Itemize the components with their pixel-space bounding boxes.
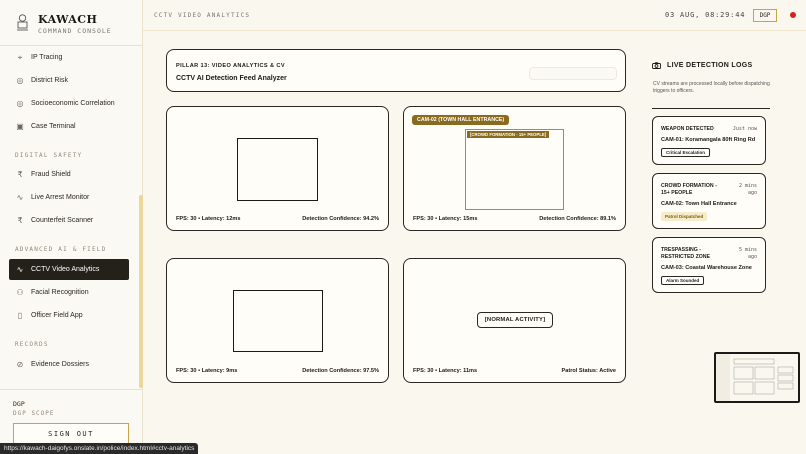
camera-icon [652, 62, 661, 69]
top-bar: CCTV VIDEO ANALYTICS 03 AUG, 08:29:44 DG… [143, 0, 806, 31]
page-title: CCTV VIDEO ANALYTICS [154, 12, 251, 19]
normal-activity-tag: [NORMAL ACTIVITY] [477, 312, 553, 328]
sidebar-item-live-arrest-monitor[interactable]: ∿ Live Arrest Monitor [9, 187, 129, 208]
sidebar-item-facial-recognition[interactable]: ⚇ Facial Recognition [9, 282, 129, 303]
sidebar-item-socioeconomic-correlation[interactable]: ◎ Socioeconomic Correlation [9, 93, 129, 114]
detection-confidence: Detection Confidence: 94.2% [302, 216, 379, 222]
target-icon: ◎ [16, 76, 24, 85]
log-time: 2 mins ago [738, 183, 757, 196]
patrol-status: Patrol Status: Active [561, 368, 616, 374]
log-entry[interactable]: TRESPASSING - RESTRICTED ZONE 5 mins ago… [652, 237, 766, 293]
detection-box [237, 138, 318, 201]
sidebar-item-label: District Risk [31, 77, 68, 84]
thumbnail-image [716, 354, 798, 401]
detection-box: [CROWD FORMATION - 15+ PEOPLE] [465, 129, 564, 210]
log-entry[interactable]: WEAPON DETECTED Just now CAM-01: Koraman… [652, 116, 766, 165]
detection-confidence: Detection Confidence: 97.5% [302, 368, 379, 374]
log-time: 5 mins ago [738, 247, 757, 260]
log-camera: CAM-01: Koramangala 80ft Ring Rd [661, 137, 756, 143]
status-bar-url: https://kawach-daigofys.onslate.in/polic… [0, 443, 199, 454]
sidebar-item-counterfeit-scanner[interactable]: ₹ Counterfeit Scanner [9, 210, 129, 231]
role-badge[interactable]: DGP [753, 9, 777, 22]
camera-label: CAM-02 (TOWN HALL ENTRANCE) [412, 115, 510, 125]
camera-feed-4[interactable]: [NORMAL ACTIVITY] FPS: 30 • Latency: 11m… [403, 258, 626, 383]
sidebar-item-label: Socioeconomic Correlation [31, 100, 115, 107]
sidebar-item-label: CCTV Video Analytics [31, 266, 100, 273]
divider [652, 108, 770, 109]
detection-box [233, 290, 323, 352]
logs-description: CV streams are processed locally before … [653, 81, 770, 94]
sidebar-item-label: Evidence Dossiers [31, 361, 89, 368]
feed-meta: FPS: 30 • Latency: 9ms [176, 368, 238, 374]
sidebar-item-cctv-video-analytics[interactable]: ∿ CCTV Video Analytics [9, 259, 129, 280]
logs-header: LIVE DETECTION LOGS [652, 62, 752, 69]
log-entry[interactable]: CROWD FORMATION - 15+ PEOPLE 2 mins ago … [652, 173, 766, 229]
log-camera: CAM-02: Town Hall Entrance [661, 201, 737, 207]
user-scope: DGP SCOPE [13, 410, 55, 417]
log-title: TRESPASSING - RESTRICTED ZONE [661, 247, 710, 260]
sidebar-item-evidence-dossiers[interactable]: ⊘ Evidence Dossiers [9, 354, 129, 375]
analyzer-header-card: PILLAR 13: VIDEO ANALYTICS & CV CCTV AI … [166, 49, 626, 92]
log-status-tag: Critical Escalation [661, 148, 711, 157]
header-control[interactable] [529, 67, 617, 80]
sidebar-item-label: Counterfeit Scanner [31, 217, 94, 224]
check-circle-icon: ⊘ [16, 360, 24, 369]
pulse-icon: ∿ [16, 265, 24, 274]
sidebar-item-fraud-shield[interactable]: ₹ Fraud Shield [9, 164, 129, 185]
section-records: RECORDS [15, 341, 49, 348]
crosshair-icon: ⌖ [17, 52, 23, 62]
sidebar-item-case-terminal[interactable]: ▣ Case Terminal [9, 116, 129, 137]
sidebar-item-ip-tracing[interactable]: ⌖ IP Tracing [9, 47, 129, 68]
sidebar-scrollbar[interactable] [139, 195, 143, 388]
camera-feed-2[interactable]: CAM-02 (TOWN HALL ENTRANCE) [CROWD FORMA… [403, 106, 626, 231]
target-icon: ◎ [16, 99, 24, 108]
section-advanced-ai: ADVANCED AI & FIELD [15, 246, 107, 253]
detection-box-tag: [CROWD FORMATION - 15+ PEOPLE] [467, 131, 550, 138]
brand-subtitle: COMMAND CONSOLE [38, 27, 112, 35]
sidebar-item-label: Officer Field App [31, 312, 83, 319]
sidebar-item-district-risk[interactable]: ◎ District Risk [9, 70, 129, 91]
terminal-icon: ▣ [16, 122, 24, 131]
log-status-tag: Alarm Sounded [661, 276, 705, 285]
user-role: DGP [13, 400, 25, 408]
rupee-icon: ₹ [17, 170, 23, 179]
emblem-icon [17, 14, 28, 31]
feed-meta: FPS: 30 • Latency: 12ms [176, 216, 241, 222]
camera-feed-1[interactable]: FPS: 30 • Latency: 12ms Detection Confid… [166, 106, 389, 231]
sidebar-item-officer-field-app[interactable]: ▯ Officer Field App [9, 305, 129, 326]
analyzer-title: CCTV AI Detection Feed Analyzer [176, 75, 287, 82]
user-icon: ⚇ [16, 288, 24, 297]
brand-title: KAWACH [38, 13, 98, 26]
sidebar: KAWACH COMMAND CONSOLE ⌖ IP Tracing ◎ Di… [0, 0, 143, 454]
section-digital-safety: DIGITAL SAFETY [15, 152, 83, 159]
sidebar-item-label: Live Arrest Monitor [31, 194, 90, 201]
feed-meta: FPS: 30 • Latency: 11ms [413, 368, 478, 374]
detection-confidence: Detection Confidence: 89.1% [539, 216, 616, 222]
brand-header: KAWACH COMMAND CONSOLE [0, 0, 143, 46]
sidebar-item-label: Facial Recognition [31, 289, 89, 296]
phone-icon: ▯ [17, 311, 23, 320]
log-title: CROWD FORMATION - 15+ PEOPLE [661, 183, 717, 196]
log-title: WEAPON DETECTED [661, 126, 714, 132]
log-status-tag: Patrol Dispatched [661, 212, 708, 221]
camera-feed-3[interactable]: FPS: 30 • Latency: 9ms Detection Confide… [166, 258, 389, 383]
pulse-icon: ∿ [16, 193, 24, 202]
screen-preview-thumbnail[interactable] [714, 352, 800, 403]
clock: 03 AUG, 08:29:44 [665, 11, 746, 19]
log-time: Just now [732, 126, 757, 132]
sidebar-item-label: Case Terminal [31, 123, 76, 130]
feed-meta: FPS: 30 • Latency: 15ms [413, 216, 478, 222]
sign-out-button[interactable]: SIGN OUT [13, 423, 129, 444]
live-indicator-icon [790, 12, 796, 18]
log-camera: CAM-03: Coastal Warehouse Zone [661, 265, 752, 271]
sidebar-item-label: IP Tracing [31, 54, 63, 61]
rupee-icon: ₹ [17, 216, 23, 225]
pillar-kicker: PILLAR 13: VIDEO ANALYTICS & CV [176, 63, 285, 69]
sidebar-item-label: Fraud Shield [31, 171, 71, 178]
logs-title: LIVE DETECTION LOGS [667, 62, 753, 69]
